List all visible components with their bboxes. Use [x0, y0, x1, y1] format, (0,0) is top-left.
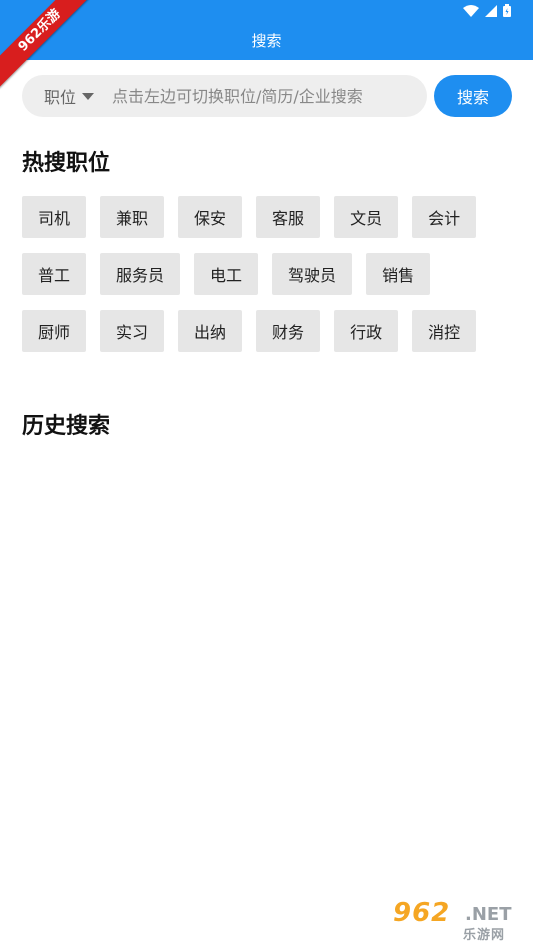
search-button[interactable]: 搜索	[434, 75, 512, 117]
hot-job-tag[interactable]: 销售	[366, 253, 431, 295]
wifi-icon	[463, 4, 479, 17]
hot-job-tag[interactable]: 电工	[194, 253, 259, 295]
caret-down-icon	[82, 92, 95, 100]
hot-job-tag[interactable]: 客服	[256, 196, 321, 238]
search-box: 职位	[22, 75, 427, 117]
site-watermark: 962 .NET 乐游网	[393, 898, 525, 943]
search-type-selector[interactable]: 职位	[22, 84, 112, 108]
tag-row: 普工 服务员 电工 驾驶员 销售	[22, 253, 512, 295]
hot-job-tag[interactable]: 厨师	[22, 310, 87, 352]
watermark-suffix: .NET	[465, 904, 512, 925]
hot-job-tag[interactable]: 会计	[412, 196, 477, 238]
hot-job-tag[interactable]: 消控	[412, 310, 477, 352]
hot-job-tag[interactable]: 司机	[22, 196, 87, 238]
hot-job-tag[interactable]: 出纳	[178, 310, 243, 352]
hot-jobs-title: 热搜职位	[22, 151, 111, 176]
hot-job-tag[interactable]: 普工	[22, 253, 87, 295]
hot-job-tag[interactable]: 财务	[256, 310, 321, 352]
hot-job-tag[interactable]: 服务员	[100, 253, 181, 295]
watermark-tagline: 乐游网	[463, 928, 506, 943]
signal-icon	[485, 4, 497, 17]
hot-job-tag[interactable]: 行政	[334, 310, 399, 352]
watermark-brand: 962	[393, 898, 451, 928]
hot-job-tag[interactable]: 实习	[100, 310, 165, 352]
search-type-label: 职位	[44, 88, 77, 107]
search-input[interactable]	[112, 86, 427, 106]
hot-job-tag[interactable]: 文员	[334, 196, 399, 238]
tag-row: 厨师 实习 出纳 财务 行政 消控	[22, 310, 512, 352]
page-title: 搜索	[251, 32, 282, 50]
status-bar-icons	[463, 4, 511, 17]
battery-icon	[503, 4, 511, 17]
search-history-title: 历史搜索	[22, 414, 111, 439]
hot-job-tag[interactable]: 驾驶员	[272, 253, 353, 295]
app-header: 962乐游 搜索	[0, 0, 533, 89]
tag-row: 司机 兼职 保安 客服 文员 会计	[22, 196, 512, 238]
hot-jobs-tags: 司机 兼职 保安 客服 文员 会计 普工 服务员 电工 驾驶员 销售 厨师 实习…	[22, 196, 512, 367]
hot-job-tag[interactable]: 兼职	[100, 196, 165, 238]
hot-job-tag[interactable]: 保安	[178, 196, 243, 238]
